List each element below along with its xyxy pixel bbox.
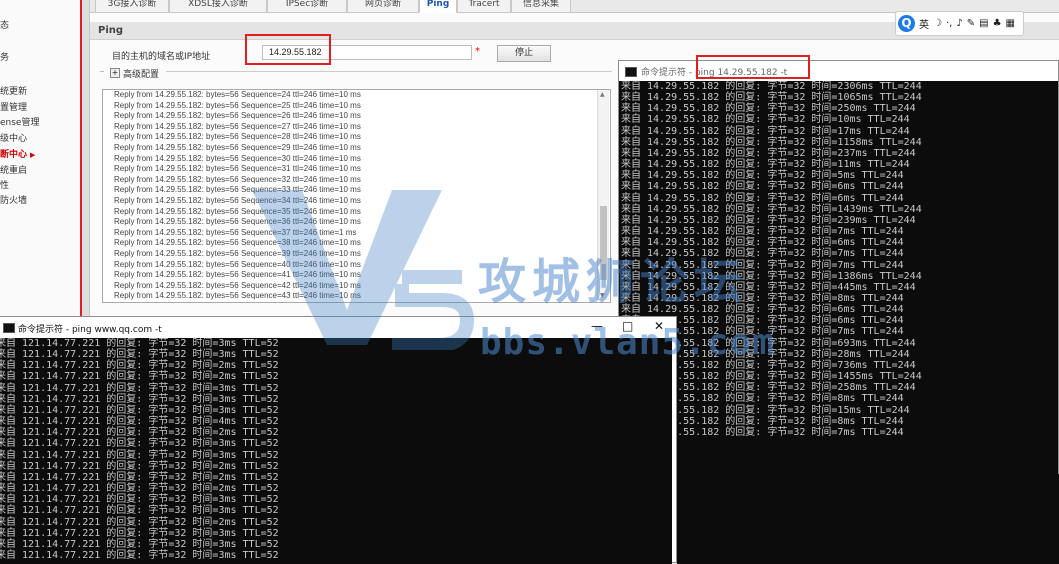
target-label: 目的主机的域名或IP地址 xyxy=(112,52,211,62)
terminal-line: 来自 14.29.55.182 的回复: 字节=32 时间=10ms TTL=2… xyxy=(621,114,910,126)
tab-3g接入诊断[interactable]: 3G接入诊断 xyxy=(95,0,169,13)
terminal-line: 来自 14.29.55.182 的回复: 字节=32 时间=8ms TTL=24… xyxy=(621,415,904,427)
terminal-line: 来自 14.29.55.182 的回复: 字节=32 时间=1158ms TTL… xyxy=(621,136,922,148)
ime-logo-icon[interactable]: Q xyxy=(898,15,915,32)
terminal-line: 来自 14.29.55.182 的回复: 字节=32 时间=7ms TTL=24… xyxy=(621,426,904,438)
clipboard-icon[interactable]: ▤ xyxy=(979,18,988,29)
log-line: Reply from 14.29.55.182: bytes=56 Sequen… xyxy=(114,164,361,174)
terminal-line: 来自 14.29.55.182 的回复: 字节=32 时间=5ms TTL=24… xyxy=(621,170,904,182)
terminal-line: 来自 121.14.77.221 的回复: 字节=32 时间=2ms TTL=5… xyxy=(0,516,279,528)
tab-ipsec诊断[interactable]: IPSec诊断 xyxy=(267,0,347,13)
nav-item[interactable]: 断中心 xyxy=(0,147,35,160)
advanced-label: 高级配置 xyxy=(123,69,160,80)
terminal-line: 来自 121.14.77.221 的回复: 字节=32 时间=4ms TTL=5… xyxy=(0,416,279,428)
log-line: Reply from 14.29.55.182: bytes=56 Sequen… xyxy=(114,142,361,152)
nav-item[interactable]: 性 xyxy=(0,178,9,191)
terminal-line: 来自 121.14.77.221 的回复: 字节=32 时间=3ms TTL=5… xyxy=(0,549,279,561)
terminal-line: 来自 121.14.77.221 的回复: 字节=32 时间=3ms TTL=5… xyxy=(0,538,279,550)
log-line: Reply from 14.29.55.182: bytes=56 Sequen… xyxy=(114,153,361,163)
terminal-line: 来自 121.14.77.221 的回复: 字节=32 时间=3ms TTL=5… xyxy=(0,449,279,461)
cmd-titlebar[interactable]: 命令提示符 - ping 14.29.55.182 -t xyxy=(619,61,1058,81)
stop-button[interactable]: 停止 xyxy=(497,45,551,62)
log-line: Reply from 14.29.55.182: bytes=56 Sequen… xyxy=(114,111,361,121)
terminal-line: 来自 14.29.55.182 的回复: 字节=32 时间=6ms TTL=24… xyxy=(621,181,904,193)
terminal-line: 来自 121.14.77.221 的回复: 字节=32 时间=3ms TTL=5… xyxy=(0,404,279,416)
cmd-icon xyxy=(625,67,637,77)
nav-item[interactable]: 态 xyxy=(0,18,9,31)
terminal-line: 来自 121.14.77.221 的回复: 字节=32 时间=3ms TTL=5… xyxy=(0,527,279,539)
terminal-line: 来自 14.29.55.182 的回复: 字节=32 时间=11ms TTL=2… xyxy=(621,159,910,171)
terminal-line: 来自 14.29.55.182 的回复: 字节=32 时间=15ms TTL=2… xyxy=(621,404,910,416)
highlight-box-cmd-title xyxy=(696,55,810,79)
terminal-blank xyxy=(677,474,1059,564)
tab-xdsl接入诊断[interactable]: XDSL接入诊断 xyxy=(169,0,267,13)
watermark-title: 攻城狮论坛 xyxy=(478,254,749,310)
nav-item[interactable]: 防火墙 xyxy=(0,193,27,206)
terminal-line: 来自 14.29.55.182 的回复: 字节=32 时间=2306ms TTL… xyxy=(621,81,922,92)
terminal-line: 来自 121.14.77.221 的回复: 字节=32 时间=3ms TTL=5… xyxy=(0,494,279,506)
lang-toggle[interactable]: 英 xyxy=(919,16,929,31)
highlight-box-target xyxy=(245,34,331,65)
cmd-icon xyxy=(3,323,15,333)
log-line: Reply from 14.29.55.182: bytes=56 Sequen… xyxy=(114,121,361,131)
panel-title: Ping xyxy=(98,25,124,36)
terminal-line: 来自 14.29.55.182 的回复: 字节=32 时间=250ms TTL=… xyxy=(621,103,916,115)
shirt-icon[interactable]: ♣ xyxy=(993,18,1002,29)
watermark-url: bbs.vlan5.com xyxy=(480,322,775,363)
log-line: Reply from 14.29.55.182: bytes=56 Sequen… xyxy=(114,132,361,142)
tab-信息采集[interactable]: 信息采集 xyxy=(511,0,571,13)
terminal-line: 来自 121.14.77.221 的回复: 字节=32 时间=2ms TTL=5… xyxy=(0,371,279,383)
terminal-line: 来自 121.14.77.221 的回复: 字节=32 时间=3ms TTL=5… xyxy=(0,382,279,394)
wrench-icon[interactable]: ✎ xyxy=(967,18,975,29)
cmd-title: 命令提示符 - ping www.qq.com -t xyxy=(18,325,162,335)
ime-toolbar: Q 英 ☽ ·, ♪ ✎ ▤ ♣ ▦ xyxy=(895,11,1024,36)
terminal-line: 来自 121.14.77.221 的回复: 字节=32 时间=2ms TTL=5… xyxy=(0,471,279,483)
nav-item[interactable]: 置管理 xyxy=(0,100,27,113)
terminal-line: 来自 14.29.55.182 的回复: 字节=32 时间=17ms TTL=2… xyxy=(621,125,910,137)
grid-icon[interactable]: ▦ xyxy=(1006,18,1015,29)
nav-item[interactable]: 级中心 xyxy=(0,131,27,144)
terminal-line: 来自 121.14.77.221 的回复: 字节=32 时间=3ms TTL=5… xyxy=(0,393,279,405)
terminal-line: 来自 14.29.55.182 的回复: 字节=32 时间=258ms TTL=… xyxy=(621,382,916,394)
terminal-line: 来自 14.29.55.182 的回复: 字节=32 时间=1439ms TTL… xyxy=(621,203,922,215)
log-line: Reply from 14.29.55.182: bytes=56 Sequen… xyxy=(114,100,361,110)
tab-网页诊断[interactable]: 网页诊断 xyxy=(347,0,419,13)
expand-plus-icon[interactable]: + xyxy=(110,68,120,78)
moon-icon[interactable]: ☽ xyxy=(933,18,942,29)
terminal-line: 来自 14.29.55.182 的回复: 字节=32 时间=1455ms TTL… xyxy=(621,371,922,383)
terminal-line: 来自 121.14.77.221 的回复: 字节=32 时间=2ms TTL=5… xyxy=(0,460,279,472)
comma-icon[interactable]: ·, xyxy=(946,18,952,29)
terminal-line: 来自 14.29.55.182 的回复: 字节=32 时间=237ms TTL=… xyxy=(621,147,916,159)
nav-item[interactable]: 统重启 xyxy=(0,163,27,176)
required-mark: * xyxy=(475,46,480,57)
microphone-icon[interactable]: ♪ xyxy=(956,18,962,29)
scroll-up-icon[interactable]: ▲ xyxy=(600,91,605,98)
terminal-line: 来自 14.29.55.182 的回复: 字节=32 时间=1065ms TTL… xyxy=(621,92,922,104)
terminal-line: 来自 14.29.55.182 的回复: 字节=32 时间=7ms TTL=24… xyxy=(621,226,904,238)
highlight-box-edge xyxy=(80,0,82,320)
divider xyxy=(100,71,104,72)
log-line: Reply from 14.29.55.182: bytes=56 Sequen… xyxy=(114,90,361,99)
nav-item[interactable]: 统更新 xyxy=(0,84,27,97)
terminal-output: 来自 121.14.77.221 的回复: 字节=32 时间=3ms TTL=5… xyxy=(0,338,672,564)
divider xyxy=(166,71,612,72)
terminal-line: 来自 121.14.77.221 的回复: 字节=32 时间=2ms TTL=5… xyxy=(0,427,279,439)
tab-ping[interactable]: Ping xyxy=(419,0,457,13)
watermark-logo xyxy=(252,190,475,350)
terminal-line: 来自 14.29.55.182 的回复: 字节=32 时间=239ms TTL=… xyxy=(621,214,916,226)
terminal-line: 来自 14.29.55.182 的回复: 字节=32 时间=8ms TTL=24… xyxy=(621,393,904,405)
tab-tracert[interactable]: Tracert xyxy=(457,0,511,13)
terminal-line: 来自 121.14.77.221 的回复: 字节=32 时间=3ms TTL=5… xyxy=(0,438,279,450)
nav-item[interactable]: ense管理 xyxy=(0,115,39,128)
advanced-toggle[interactable]: + 高级配置 xyxy=(110,66,159,80)
terminal-line: 来自 121.14.77.221 的回复: 字节=32 时间=3ms TTL=5… xyxy=(0,505,279,517)
nav-item[interactable]: 务 xyxy=(0,50,9,63)
terminal-line: 来自 121.14.77.221 的回复: 字节=32 时间=2ms TTL=5… xyxy=(0,483,279,495)
terminal-line: 来自 14.29.55.182 的回复: 字节=32 时间=6ms TTL=24… xyxy=(621,192,904,204)
